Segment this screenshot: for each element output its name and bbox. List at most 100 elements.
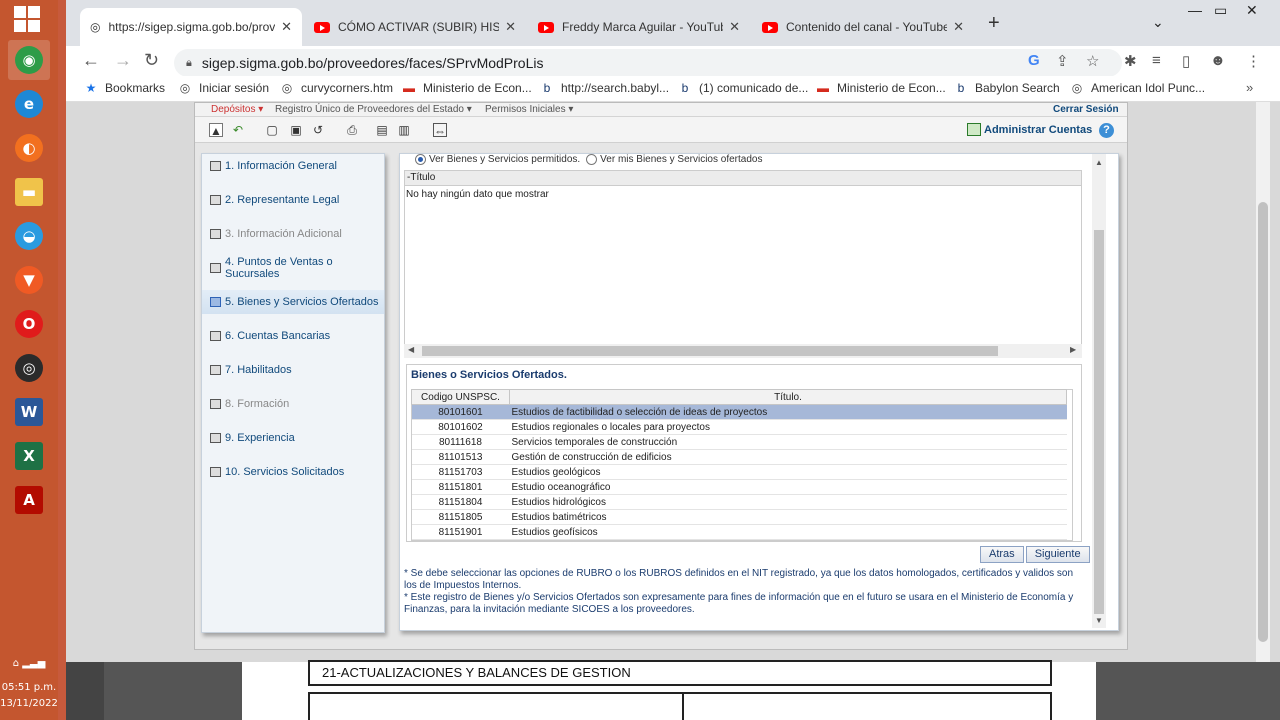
refresh-icon[interactable]: ↺ xyxy=(311,123,325,137)
nav-step-1[interactable]: 1. Información General xyxy=(202,154,384,178)
save-icon[interactable]: ▣ xyxy=(289,123,303,137)
bookmark-item[interactable]: b http://search.babyl... xyxy=(540,81,669,95)
table-header-title[interactable]: -Título xyxy=(405,171,1081,186)
table-row[interactable]: 80111618 Servicios temporales de construc… xyxy=(411,434,1067,450)
vertical-scrollbar[interactable]: ▲ ▼ xyxy=(1092,154,1106,628)
radio-permitted[interactable] xyxy=(415,154,426,165)
table-row[interactable]: 81151703 Estudios geológicos xyxy=(411,464,1067,480)
menu-permissions[interactable]: Permisos Iniciales ▾ xyxy=(485,104,573,115)
export-icon[interactable]: ▥ xyxy=(397,123,411,137)
menu-kebab-icon[interactable]: ⋮ xyxy=(1246,52,1261,70)
scroll-thumb[interactable] xyxy=(422,346,998,356)
minimize-button[interactable]: — xyxy=(1188,2,1202,18)
taskbar-app-acrobat[interactable]: A xyxy=(8,480,50,520)
lock-icon[interactable]: 🔒︎ xyxy=(186,57,192,70)
column-header-title[interactable]: Título. xyxy=(509,389,1067,405)
bookmark-item[interactable]: ▬ Ministerio de Econ... xyxy=(402,81,532,95)
logout-link[interactable]: Cerrar Sesión xyxy=(1053,104,1119,115)
close-tab-icon[interactable]: ✕ xyxy=(953,19,964,35)
help-icon[interactable]: ? xyxy=(1099,123,1114,138)
close-tab-icon[interactable]: ✕ xyxy=(281,19,292,35)
tab-youtube-2[interactable]: Freddy Marca Aguilar - YouTube ✕ xyxy=(528,8,750,46)
tab-youtube-3[interactable]: Contenido del canal - YouTube St ✕ xyxy=(752,8,974,46)
taskbar-app-chrome[interactable]: ◉ xyxy=(8,40,50,80)
scroll-thumb[interactable] xyxy=(1094,230,1104,614)
tab-youtube-1[interactable]: CÓMO ACTIVAR (SUBIR) HISTOR ✕ xyxy=(304,8,526,46)
nav-step-4[interactable]: 4. Puntos de Ventas o Sucursales xyxy=(202,256,384,280)
close-tab-icon[interactable]: ✕ xyxy=(729,19,740,35)
scroll-down-icon[interactable]: ▼ xyxy=(1095,616,1103,625)
admin-accounts-link[interactable]: Administrar Cuentas xyxy=(967,123,1092,136)
bookmark-item[interactable]: ◎ Iniciar sesión xyxy=(178,81,269,95)
taskbar-app-word[interactable]: W xyxy=(8,392,50,432)
split-view-icon[interactable]: ⇔ xyxy=(433,123,447,138)
column-header-code[interactable]: Codigo UNSPSC. xyxy=(411,389,510,405)
bookmark-item[interactable]: ▬ Ministerio de Econ... xyxy=(816,81,946,95)
close-window-button[interactable]: ✕ xyxy=(1246,2,1258,19)
forward-icon[interactable]: → xyxy=(114,50,132,71)
bookmark-item[interactable]: ◎ curvycorners.htm xyxy=(280,81,393,95)
taskbar-app-brave[interactable]: ▼ xyxy=(8,260,50,300)
menu-rupe[interactable]: Registro Único de Proveedores del Estado… xyxy=(275,104,472,115)
home-icon[interactable]: ▲ xyxy=(209,123,223,138)
restore-button[interactable]: ▭ xyxy=(1214,2,1227,19)
more-bookmarks-icon[interactable]: » xyxy=(1246,80,1253,95)
bookmark-item[interactable]: ◎ American Idol Punc... xyxy=(1070,81,1205,95)
nav-step-10[interactable]: 10. Servicios Solicitados xyxy=(202,460,384,484)
address-bar[interactable]: 🔒︎ sigep.sigma.gob.bo/proveedores/faces/… xyxy=(174,49,1122,77)
next-button[interactable]: Siguiente xyxy=(1025,546,1090,563)
bookmark-star-icon[interactable]: ☆ xyxy=(1086,52,1099,70)
extensions-icon[interactable]: ✱ xyxy=(1124,52,1137,70)
radio-mine[interactable] xyxy=(586,154,598,165)
print-icon[interactable]: ⎙ xyxy=(345,123,359,137)
page-scrollbar[interactable] xyxy=(1256,102,1270,662)
taskbar-app-opera[interactable]: O xyxy=(8,304,50,344)
google-icon[interactable]: G xyxy=(1028,52,1040,69)
table-row[interactable]: 81151801 Estudio oceanográfico xyxy=(411,479,1067,495)
tray-icons[interactable]: ⌂ ▂▃▅ xyxy=(0,658,58,669)
nav-step-9[interactable]: 9. Experiencia xyxy=(202,426,384,450)
tab-sigep[interactable]: ◎ https://sigep.sigma.gob.bo/prove ✕ xyxy=(80,8,302,46)
scroll-left-icon[interactable]: ◀ xyxy=(408,345,414,354)
table-row[interactable]: 81151805 Estudios batimétricos xyxy=(411,509,1067,525)
taskbar-app-file-explorer[interactable]: ▬ xyxy=(8,172,50,212)
bookmark-item[interactable]: b (1) comunicado de... xyxy=(678,81,809,95)
undo-icon[interactable]: ↶ xyxy=(231,123,245,137)
table-row[interactable]: 80101602 Estudios regionales o locales pa… xyxy=(411,419,1067,435)
nav-step-2[interactable]: 2. Representante Legal xyxy=(202,188,384,212)
side-panel-icon[interactable]: ▯ xyxy=(1182,52,1190,70)
back-icon[interactable]: ← xyxy=(82,50,100,71)
horizontal-scrollbar[interactable]: ◀ ▶ xyxy=(404,344,1082,358)
table-row[interactable]: 81101513 Gestión de construcción de edifi… xyxy=(411,449,1067,465)
bookmark-item[interactable]: b Babylon Search xyxy=(954,81,1060,95)
menu-deposits[interactable]: Depósitos ▾ xyxy=(211,104,263,115)
table-row[interactable]: 81151901 Estudios geofísicos xyxy=(411,524,1067,540)
nav-step-6[interactable]: 6. Cuentas Bancarias xyxy=(202,324,384,348)
nav-step-5[interactable]: 5. Bienes y Servicios Ofertados xyxy=(202,290,384,314)
profile-avatar-icon[interactable]: ☻ xyxy=(1210,52,1226,69)
table-row[interactable]: 80101601 Estudios de factibilidad o selec… xyxy=(411,404,1067,420)
tab-search-icon[interactable]: ⌄ xyxy=(1152,14,1164,31)
new-document-icon[interactable]: ▢ xyxy=(265,123,279,137)
taskbar-app-edge[interactable]: ◒ xyxy=(8,216,50,256)
clock-date[interactable]: 13/11/2022 xyxy=(0,698,58,709)
taskbar-app-obs[interactable]: ◎ xyxy=(8,348,50,388)
clock-time[interactable]: 05:51 p.m. xyxy=(0,682,58,693)
taskbar-app-excel[interactable]: X xyxy=(8,436,50,476)
nav-step-7[interactable]: 7. Habilitados xyxy=(202,358,384,382)
reload-icon[interactable]: ↻ xyxy=(144,50,159,71)
table-row[interactable]: 81151804 Estudios hidrológicos xyxy=(411,494,1067,510)
taskbar-app-internet-explorer[interactable]: e xyxy=(8,84,50,124)
new-tab-button[interactable]: + xyxy=(988,12,1000,35)
taskbar-app-firefox[interactable]: ◐ xyxy=(8,128,50,168)
preview-icon[interactable]: ▤ xyxy=(375,123,389,137)
windows-start-icon[interactable] xyxy=(14,6,42,34)
share-icon[interactable]: ⇪ xyxy=(1056,52,1069,70)
close-tab-icon[interactable]: ✕ xyxy=(505,19,516,35)
bookmark-item[interactable]: ★ Bookmarks xyxy=(84,81,165,95)
scroll-right-icon[interactable]: ▶ xyxy=(1070,345,1076,354)
page-scroll-thumb[interactable] xyxy=(1258,202,1268,642)
back-button[interactable]: Atras xyxy=(980,546,1024,563)
reading-list-icon[interactable]: ≡ xyxy=(1152,52,1161,69)
scroll-up-icon[interactable]: ▲ xyxy=(1095,158,1103,167)
